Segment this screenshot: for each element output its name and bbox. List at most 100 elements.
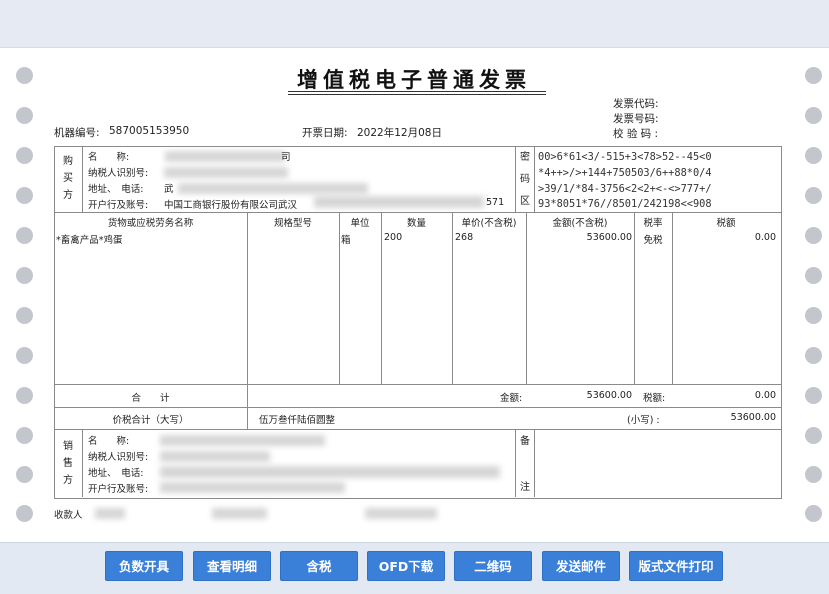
buyer-char: 方 (63, 190, 73, 201)
col-divider (247, 384, 248, 429)
top-bar (0, 0, 829, 48)
cipher-line: 93*8051*76//8501/242198<<908 (538, 198, 712, 210)
payee-label: 收款人 (54, 510, 83, 521)
redacted-issuer (365, 508, 437, 519)
perforation-hole (16, 347, 33, 364)
qr-code-button[interactable]: 二维码 (454, 551, 532, 581)
perforation-hole (805, 267, 822, 284)
send-email-button[interactable]: 发送邮件 (542, 551, 620, 581)
print-layout-file-button[interactable]: 版式文件打印 (629, 551, 723, 581)
col-divider (534, 429, 535, 497)
buyer-char: 买 (63, 173, 73, 184)
view-details-button[interactable]: 查看明细 (193, 551, 271, 581)
buyer-char: 购 (63, 156, 73, 167)
buyer-account-tail: 571 (486, 197, 505, 208)
col-divider (534, 146, 535, 212)
perforation-hole (805, 505, 822, 522)
cipher-char: 区 (520, 196, 530, 207)
perforation-hole (16, 427, 33, 444)
buyer-name-tail: 司 (281, 152, 291, 163)
redacted-seller-account (160, 482, 345, 493)
title-underline (288, 94, 546, 95)
redacted-reviewer (212, 508, 267, 519)
item-price: 268 (455, 232, 474, 243)
totals-tax-label: 税额: (643, 393, 666, 404)
perforation-hole (805, 227, 822, 244)
row-divider (54, 384, 781, 385)
header-unit: 单位 (350, 218, 370, 229)
item-unit: 箱 (341, 235, 351, 246)
col-divider (339, 212, 340, 384)
redacted-buyer-address (178, 183, 368, 194)
perforation-hole (805, 187, 822, 204)
perforation-hole (16, 505, 33, 522)
invoice-code-label: 发票代码: (613, 98, 659, 110)
ofd-download-button[interactable]: OFD下载 (367, 551, 445, 581)
redacted-buyer-name (165, 151, 285, 162)
header-amount: 金额(不含税) (552, 218, 608, 229)
perforation-hole (805, 387, 822, 404)
redacted-buyer-taxid (164, 167, 288, 178)
buyer-address-head: 武 (164, 184, 174, 195)
perforation-hole (16, 307, 33, 324)
cipher-char: 密 (520, 152, 530, 163)
machine-number-label: 机器编号: (54, 127, 100, 139)
cipher-char: 码 (520, 174, 530, 185)
perforation-hole (16, 267, 33, 284)
seller-char: 销 (63, 441, 73, 452)
perforation-hole (805, 427, 822, 444)
perforation-hole (16, 67, 33, 84)
col-divider (82, 429, 83, 497)
item-amount: 53600.00 (586, 232, 632, 243)
issue-date-label: 开票日期: (302, 127, 348, 139)
seller-bank-label: 开户行及账号: (88, 484, 149, 495)
col-divider (515, 429, 516, 497)
seller-char: 方 (63, 475, 73, 486)
perforation-hole (16, 187, 33, 204)
buyer-bank-label: 开户行及账号: (88, 200, 149, 211)
perforation-hole (16, 466, 33, 483)
remark-char: 备 (520, 436, 530, 447)
col-divider (515, 146, 516, 212)
perforation-hole (805, 107, 822, 124)
redacted-buyer-account (314, 196, 484, 208)
perforation-hole (805, 466, 822, 483)
row-divider (54, 429, 781, 430)
perforation-hole (805, 147, 822, 164)
header-rate: 税率 (643, 218, 663, 229)
totals-tax: 0.00 (754, 390, 776, 401)
grand-total-lower-label: (小写) : (627, 415, 660, 426)
negative-invoice-button[interactable]: 负数开具 (105, 551, 183, 581)
seller-address-label: 地址、 电话: (88, 468, 144, 479)
seller-taxid-label: 纳税人识别号: (88, 452, 149, 463)
header-qty: 数量 (406, 218, 426, 229)
redacted-seller-name (160, 435, 325, 446)
header-spec: 规格型号 (273, 218, 312, 229)
seller-char: 售 (63, 458, 73, 469)
tax-inclusive-button[interactable]: 含税 (280, 551, 358, 581)
item-rate: 免税 (643, 235, 663, 246)
grand-total-label: 价税合计（大写） (112, 415, 189, 426)
header-tax: 税额 (716, 218, 736, 229)
totals-label: 合 计 (131, 393, 170, 404)
issue-date: 2022年12月08日 (357, 127, 442, 139)
buyer-bank: 中国工商银行股份有限公司武汉 (164, 200, 298, 211)
item-qty: 200 (384, 232, 403, 243)
check-code-label: 校 验 码 : (613, 128, 659, 140)
remark-char: 注 (520, 482, 530, 493)
grand-total-lower: 53600.00 (730, 412, 776, 423)
grand-total-upper: 伍万叁仟陆佰圆整 (259, 415, 336, 426)
invoice-title: 增值税电子普通发票 (297, 67, 531, 92)
col-divider (381, 212, 382, 384)
item-name: *畜禽产品*鸡蛋 (56, 235, 123, 246)
machine-number: 587005153950 (109, 125, 190, 137)
perforation-hole (805, 307, 822, 324)
seller-name-label: 名 称: (88, 436, 130, 447)
buyer-address-label: 地址、 电话: (88, 184, 144, 195)
col-divider (452, 212, 453, 384)
item-tax: 0.00 (754, 232, 776, 243)
redacted-payee (95, 508, 125, 519)
col-divider (82, 146, 83, 212)
totals-amount-label: 金额: (500, 393, 523, 404)
perforation-hole (16, 147, 33, 164)
